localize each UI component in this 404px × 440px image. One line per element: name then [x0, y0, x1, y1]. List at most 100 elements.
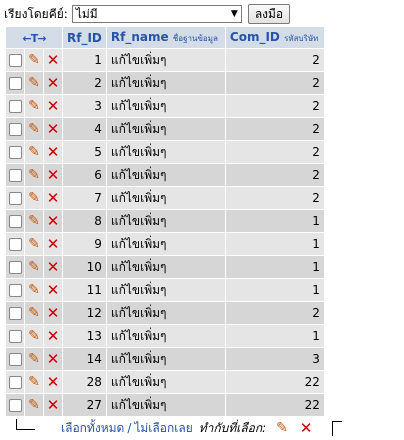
go-button[interactable]: ลงมือ: [247, 4, 291, 24]
row-checkbox[interactable]: [8, 353, 22, 366]
delete-x-icon[interactable]: ✕: [47, 212, 60, 230]
row-delete-cell: ✕: [44, 95, 62, 117]
delete-x-icon[interactable]: ✕: [47, 143, 60, 161]
row-delete-cell: ✕: [44, 256, 62, 278]
header-rf-name[interactable]: Rf_name ชื่อฐานข้อมูล: [106, 27, 225, 48]
cell-rf-id: 2: [63, 72, 106, 94]
row-checkbox-cell: [6, 279, 24, 301]
row-checkbox-cell: [6, 118, 24, 140]
delete-x-icon[interactable]: ✕: [47, 120, 60, 138]
row-edit-cell: ✎: [25, 279, 43, 301]
bulk-edit-pencil-icon[interactable]: ✎: [276, 420, 288, 436]
delete-x-icon[interactable]: ✕: [47, 51, 60, 69]
row-checkbox[interactable]: [8, 330, 22, 343]
delete-x-icon[interactable]: ✕: [47, 235, 60, 253]
cell-rf-name: แก้ไขเพิ่มๆ: [106, 302, 225, 324]
delete-x-icon[interactable]: ✕: [47, 281, 60, 299]
delete-x-icon[interactable]: ✕: [47, 350, 60, 368]
pencil-icon[interactable]: ✎: [28, 328, 40, 344]
row-checkbox[interactable]: [8, 54, 22, 67]
table-row: ✎ ✕ 9 แก้ไขเพิ่มๆ 1: [6, 233, 324, 255]
pencil-icon[interactable]: ✎: [28, 98, 40, 114]
table-row: ✎ ✕ 10 แก้ไขเพิ่มๆ 1: [6, 256, 324, 278]
row-checkbox[interactable]: [8, 376, 22, 389]
delete-x-icon[interactable]: ✕: [47, 189, 60, 207]
pencil-icon[interactable]: ✎: [28, 213, 40, 229]
delete-x-icon[interactable]: ✕: [47, 327, 60, 345]
row-checkbox[interactable]: [8, 215, 22, 228]
pencil-icon[interactable]: ✎: [28, 259, 40, 275]
bulk-delete-x-icon[interactable]: ✕: [300, 419, 313, 437]
row-checkbox[interactable]: [8, 261, 22, 274]
table-row: ✎ ✕ 13 แก้ไขเพิ่มๆ 1: [6, 325, 324, 347]
row-checkbox[interactable]: [8, 307, 22, 320]
row-checkbox-cell: [6, 164, 24, 186]
cell-rf-id: 10: [63, 256, 106, 278]
pencil-icon[interactable]: ✎: [28, 75, 40, 91]
pencil-icon[interactable]: ✎: [28, 374, 40, 390]
row-delete-cell: ✕: [44, 49, 62, 71]
row-delete-cell: ✕: [44, 164, 62, 186]
cell-rf-id: 1: [63, 49, 106, 71]
column-arrows-icon[interactable]: ←T→: [23, 32, 47, 45]
pencil-icon[interactable]: ✎: [28, 167, 40, 183]
delete-x-icon[interactable]: ✕: [47, 258, 60, 276]
row-edit-cell: ✎: [25, 256, 43, 278]
table-row: ✎ ✕ 14 แก้ไขเพิ่มๆ 3: [6, 348, 324, 370]
table-row: ✎ ✕ 5 แก้ไขเพิ่มๆ 2: [6, 141, 324, 163]
row-checkbox-cell: [6, 371, 24, 393]
export-icon[interactable]: [332, 420, 343, 436]
row-checkbox[interactable]: [8, 192, 22, 205]
header-com-id[interactable]: Com_ID รหัสบริษัท: [225, 27, 324, 48]
pencil-icon[interactable]: ✎: [28, 397, 40, 413]
sort-bar: เรียงโดยคีย์: ไม่มี ▼ ลงมือ: [4, 3, 291, 25]
delete-x-icon[interactable]: ✕: [47, 97, 60, 115]
cell-rf-name: แก้ไขเพิ่มๆ: [106, 72, 225, 94]
cell-rf-id: 11: [63, 279, 106, 301]
row-edit-cell: ✎: [25, 302, 43, 324]
row-checkbox-cell: [6, 256, 24, 278]
cell-rf-name: แก้ไขเพิ่มๆ: [106, 118, 225, 140]
pencil-icon[interactable]: ✎: [28, 351, 40, 367]
row-delete-cell: ✕: [44, 233, 62, 255]
row-checkbox[interactable]: [8, 238, 22, 251]
cell-rf-name: แก้ไขเพิ่มๆ: [106, 348, 225, 370]
table-row: ✎ ✕ 28 แก้ไขเพิ่มๆ 22: [6, 371, 324, 393]
deselect-all-link[interactable]: ไม่เลือกเลย: [134, 419, 192, 438]
sort-key-select[interactable]: ไม่มี ▼: [71, 5, 242, 23]
delete-x-icon[interactable]: ✕: [47, 396, 60, 414]
delete-x-icon[interactable]: ✕: [47, 166, 60, 184]
pencil-icon[interactable]: ✎: [28, 282, 40, 298]
row-checkbox[interactable]: [8, 123, 22, 136]
header-rf-name-label: Rf_name: [110, 30, 169, 44]
cell-rf-name: แก้ไขเพิ่มๆ: [106, 164, 225, 186]
row-checkbox[interactable]: [8, 100, 22, 113]
pencil-icon[interactable]: ✎: [28, 121, 40, 137]
select-all-link[interactable]: เลือกทั้งหมด: [61, 419, 124, 438]
cell-com-id: 1: [225, 210, 324, 232]
row-checkbox[interactable]: [8, 169, 22, 182]
pencil-icon[interactable]: ✎: [28, 52, 40, 68]
pencil-icon[interactable]: ✎: [28, 144, 40, 160]
pencil-icon[interactable]: ✎: [28, 236, 40, 252]
row-checkbox[interactable]: [8, 146, 22, 159]
cell-com-id: 2: [225, 95, 324, 117]
row-checkbox-cell: [6, 302, 24, 324]
delete-x-icon[interactable]: ✕: [47, 304, 60, 322]
row-edit-cell: ✎: [25, 348, 43, 370]
header-com-id-label: Com_ID: [229, 30, 280, 44]
row-checkbox[interactable]: [8, 284, 22, 297]
row-delete-cell: ✕: [44, 394, 62, 416]
row-checkbox[interactable]: [8, 399, 22, 412]
row-delete-cell: ✕: [44, 325, 62, 347]
delete-x-icon[interactable]: ✕: [47, 373, 60, 391]
cell-com-id: 2: [225, 164, 324, 186]
delete-x-icon[interactable]: ✕: [47, 74, 60, 92]
cell-rf-id: 9: [63, 233, 106, 255]
header-rf-id[interactable]: Rf_ID: [63, 27, 106, 48]
row-checkbox-cell: [6, 210, 24, 232]
pencil-icon[interactable]: ✎: [28, 190, 40, 206]
cell-com-id: 2: [225, 187, 324, 209]
pencil-icon[interactable]: ✎: [28, 305, 40, 321]
row-checkbox[interactable]: [8, 77, 22, 90]
